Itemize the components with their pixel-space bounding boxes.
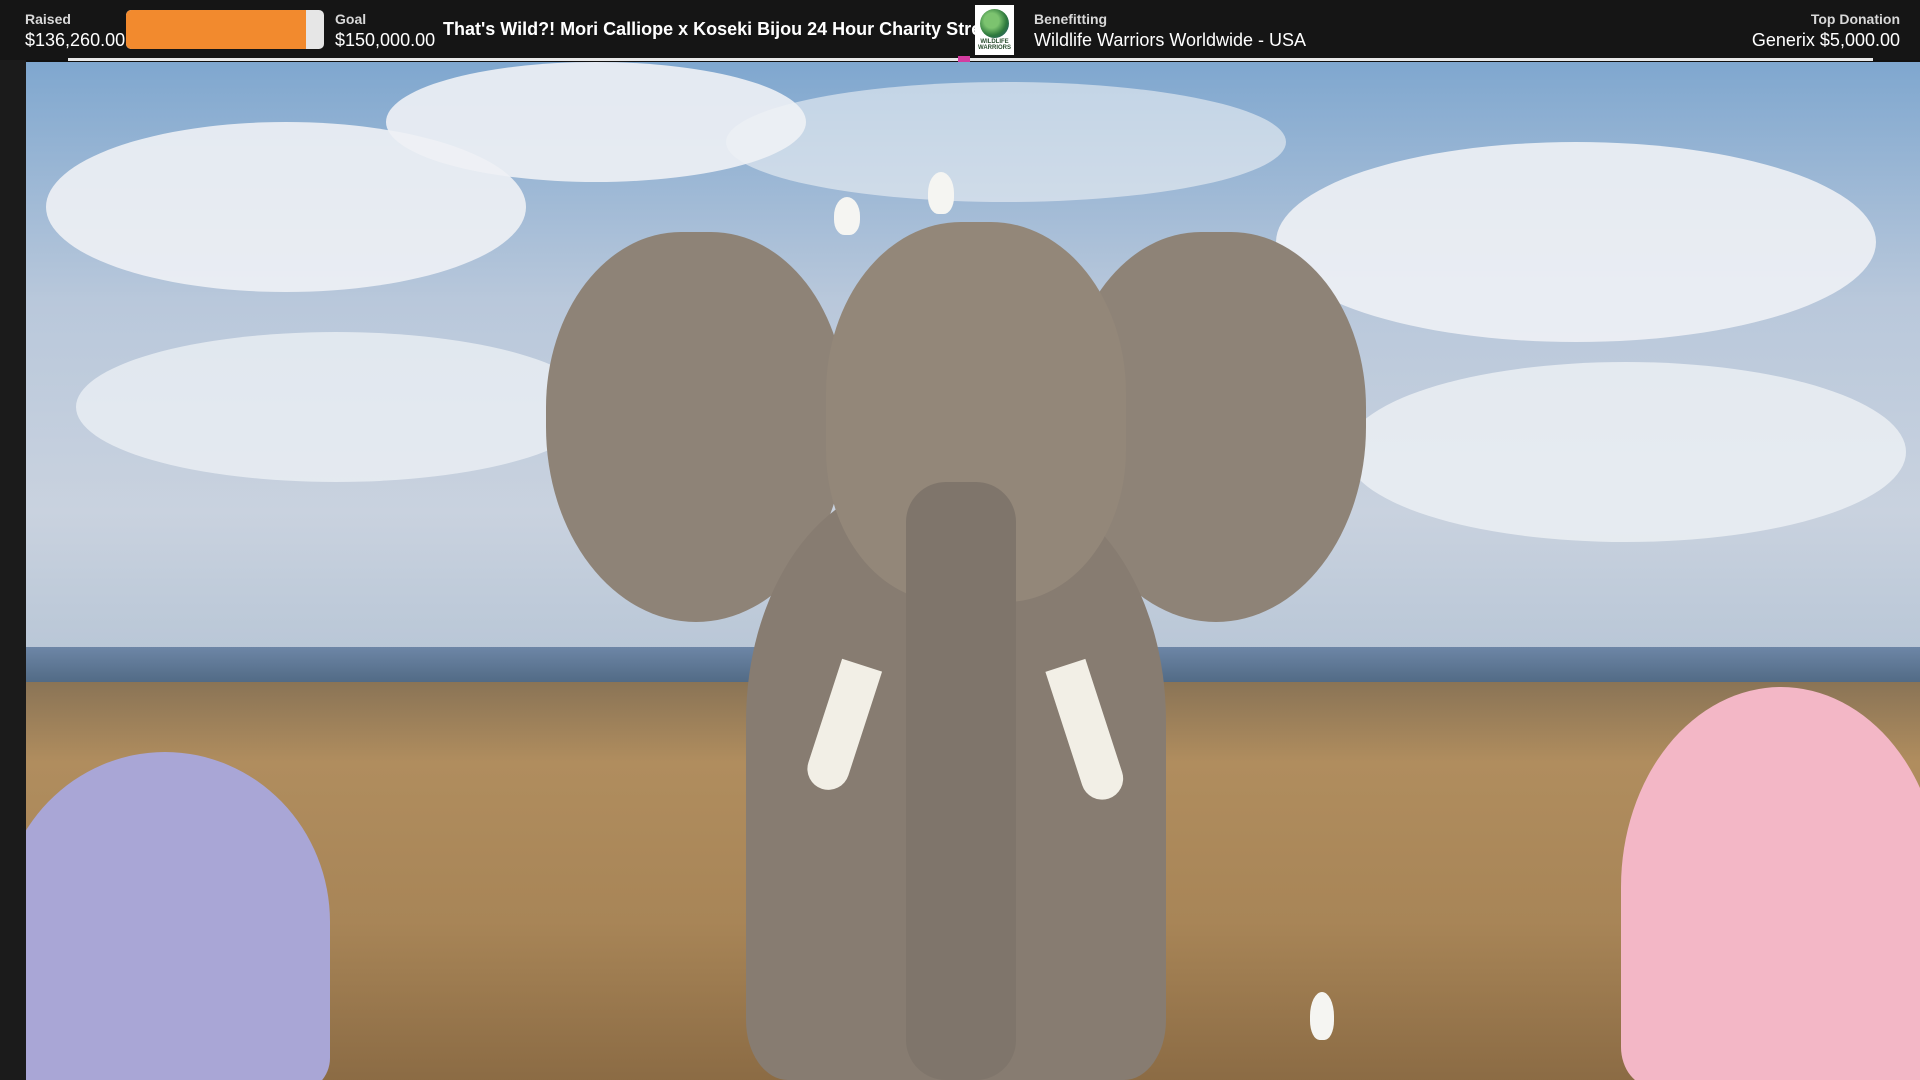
top-donation-label: Top Donation bbox=[1810, 11, 1900, 27]
egret-bird bbox=[834, 197, 860, 235]
goal-label: Goal bbox=[335, 11, 367, 27]
wildlife-warriors-logo: WILDLIFE WARRIORS bbox=[975, 5, 1014, 55]
raised-amount: $136,260.00 bbox=[25, 30, 126, 50]
egret-bird bbox=[928, 172, 954, 214]
globe-icon bbox=[980, 9, 1009, 38]
donation-overlay-bar: Raised $136,260.00 Goal $150,000.00 That… bbox=[0, 0, 1920, 60]
benefitting-organization: Wildlife Warriors Worldwide - USA bbox=[1034, 30, 1307, 50]
left-frame-edge bbox=[0, 60, 26, 1080]
egret-bird bbox=[1310, 992, 1334, 1040]
goal-amount: $150,000.00 bbox=[335, 30, 436, 50]
donation-progress-fill bbox=[126, 10, 306, 49]
raised-label: Raised bbox=[25, 11, 71, 27]
elephant-trunk bbox=[906, 482, 1016, 1080]
stream-scene-elephant-photo bbox=[26, 62, 1920, 1080]
vtuber-avatar-right bbox=[1621, 687, 1920, 1080]
benefitting-label: Benefitting bbox=[1034, 11, 1108, 27]
overlay-divider bbox=[68, 58, 1873, 61]
donation-progress-bar bbox=[126, 10, 324, 49]
stream-title: That's Wild?! Mori Calliope x Koseki Bij… bbox=[443, 19, 1008, 39]
logo-text: WILDLIFE WARRIORS bbox=[978, 39, 1011, 51]
top-donation-value: Generix $5,000.00 bbox=[1751, 30, 1900, 50]
